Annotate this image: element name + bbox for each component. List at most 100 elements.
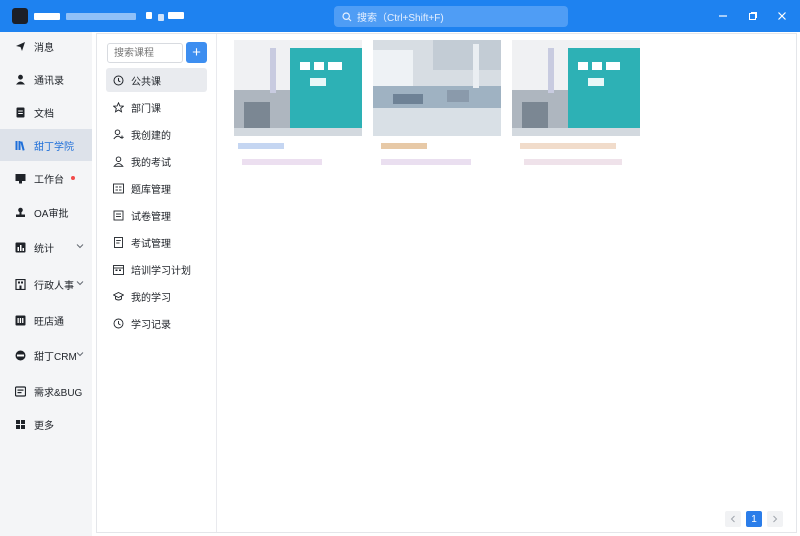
sidebar-item-label: 甜丁学院 — [34, 141, 74, 153]
menu-item-question-bank[interactable]: 题库管理 — [106, 176, 207, 200]
grid-icon — [15, 419, 26, 430]
search-icon — [342, 11, 352, 21]
blurred-account-detail — [66, 13, 136, 20]
notification-dot — [71, 176, 75, 180]
sidebar-item-label: 更多 — [34, 420, 54, 432]
chevron-down-icon — [76, 244, 84, 249]
sidebar-item-label: 消息 — [34, 42, 54, 54]
menu-item-label: 我的考试 — [131, 157, 171, 169]
close-button[interactable] — [775, 9, 789, 23]
contacts-icon — [15, 74, 26, 85]
menu-item-public-course[interactable]: 公共课 — [106, 68, 207, 92]
sidebar-item-admin-hr[interactable]: 行政人事 — [0, 268, 92, 300]
menu-item-paper-management[interactable]: 试卷管理 — [106, 203, 207, 227]
sidebar-item-label: 文档 — [34, 108, 54, 120]
global-search-input[interactable]: 搜索（Ctrl+Shift+F) — [334, 6, 568, 27]
sidebar-item-label: 需求&BUG — [34, 387, 83, 399]
chevron-down-icon — [76, 281, 84, 286]
blurred-account-extra-3 — [168, 12, 184, 19]
chevron-down-icon — [76, 352, 84, 357]
sidebar-item-wangdiantong[interactable]: 旺店通 — [0, 304, 92, 336]
chevron-left-icon — [730, 515, 735, 523]
menu-item-created-by-me[interactable]: 我创建的 — [106, 122, 207, 146]
sidebar-item-docs[interactable]: 文档 — [0, 96, 92, 128]
sidebar-item-oa-approval[interactable]: OA审批 — [0, 196, 92, 228]
blurred-account-extra-2 — [158, 14, 164, 21]
sidebar-item-more[interactable]: 更多 — [0, 408, 92, 440]
exam-icon — [113, 236, 124, 248]
menu-item-training-plan[interactable]: 培训学习计划 — [106, 257, 207, 281]
pagination-next-button[interactable] — [767, 511, 783, 527]
sidebar-item-label: 工作台 — [34, 174, 64, 186]
plus-icon: + — [192, 44, 201, 61]
global-search-placeholder: 搜索（Ctrl+Shift+F) — [357, 13, 444, 24]
menu-item-label: 我创建的 — [131, 130, 171, 142]
send-icon — [15, 41, 26, 52]
maximize-button[interactable] — [746, 9, 760, 23]
pagination-page-1[interactable]: 1 — [746, 511, 762, 527]
title-bar: 搜索（Ctrl+Shift+F) — [0, 0, 800, 32]
sidebar-item-label: 通讯录 — [34, 75, 64, 87]
menu-item-label: 学习记录 — [131, 319, 171, 331]
menu-item-my-learning[interactable]: 我的学习 — [106, 284, 207, 308]
close-icon — [778, 12, 786, 20]
chevron-right-icon — [773, 515, 778, 523]
menu-item-label: 公共课 — [131, 76, 161, 88]
menu-item-label: 试卷管理 — [131, 211, 171, 223]
course-card-meta — [524, 159, 622, 165]
minimize-button[interactable] — [716, 9, 730, 23]
stats-icon — [15, 242, 26, 253]
course-card-meta — [520, 143, 616, 149]
sidebar-item-requirements-bug[interactable]: 需求&BUG — [0, 375, 92, 407]
user-icon — [113, 155, 124, 167]
sidebar-item-label: 行政人事 — [34, 280, 74, 292]
menu-item-exam-management[interactable]: 考试管理 — [106, 230, 207, 254]
sidebar-item-workbench[interactable]: 工作台 — [0, 162, 92, 194]
question-bank-icon — [113, 183, 124, 194]
minimize-icon — [719, 15, 727, 17]
building-icon — [15, 278, 26, 290]
menu-item-label: 考试管理 — [131, 238, 171, 250]
menu-item-learning-record[interactable]: 学习记录 — [106, 311, 207, 335]
menu-item-label: 我的学习 — [131, 292, 171, 304]
course-search-input[interactable] — [107, 43, 183, 63]
sidebar-item-label: 旺店通 — [34, 316, 64, 328]
menu-item-label: 部门课 — [131, 103, 161, 115]
sidebar-item-label: 统计 — [34, 243, 54, 255]
course-card-thumbnail[interactable] — [234, 40, 362, 136]
star-icon — [113, 101, 124, 113]
sidebar-item-label: 甜丁CRM — [34, 351, 77, 363]
sidebar-item-contacts[interactable]: 通讯录 — [0, 63, 92, 95]
menu-item-my-exams[interactable]: 我的考试 — [106, 149, 207, 173]
menu-item-label: 培训学习计划 — [131, 265, 191, 277]
course-card-meta — [381, 143, 427, 149]
monitor-icon — [15, 173, 26, 184]
user-plus-icon — [113, 128, 124, 140]
sidebar-item-academy[interactable]: 甜丁学院 — [0, 129, 92, 161]
store-icon — [15, 315, 26, 326]
bug-icon — [15, 385, 26, 397]
sidebar-item-label: OA审批 — [34, 208, 69, 220]
course-card-thumbnail[interactable] — [373, 40, 501, 136]
graduation-cap-icon — [113, 291, 124, 302]
menu-item-label: 题库管理 — [131, 184, 171, 196]
add-course-button[interactable]: + — [186, 42, 207, 63]
sidebar-item-stats[interactable]: 统计 — [0, 231, 92, 263]
calendar-icon — [113, 264, 124, 275]
sidebar-item-messages[interactable]: 消息 — [0, 30, 92, 62]
blurred-account-name — [34, 13, 60, 20]
library-icon — [15, 140, 26, 151]
clock-icon — [113, 75, 124, 86]
document-icon — [15, 107, 26, 118]
paper-icon — [113, 210, 124, 221]
pagination-prev-button[interactable] — [725, 511, 741, 527]
crm-icon — [15, 350, 26, 361]
sidebar-item-crm[interactable]: 甜丁CRM — [0, 339, 92, 371]
app-logo — [12, 8, 28, 24]
menu-item-department-course[interactable]: 部门课 — [106, 95, 207, 119]
history-icon — [113, 318, 124, 329]
course-card-thumbnail[interactable] — [512, 40, 640, 136]
maximize-icon — [749, 12, 757, 20]
course-card-meta — [238, 143, 284, 149]
course-card-meta — [381, 159, 471, 165]
